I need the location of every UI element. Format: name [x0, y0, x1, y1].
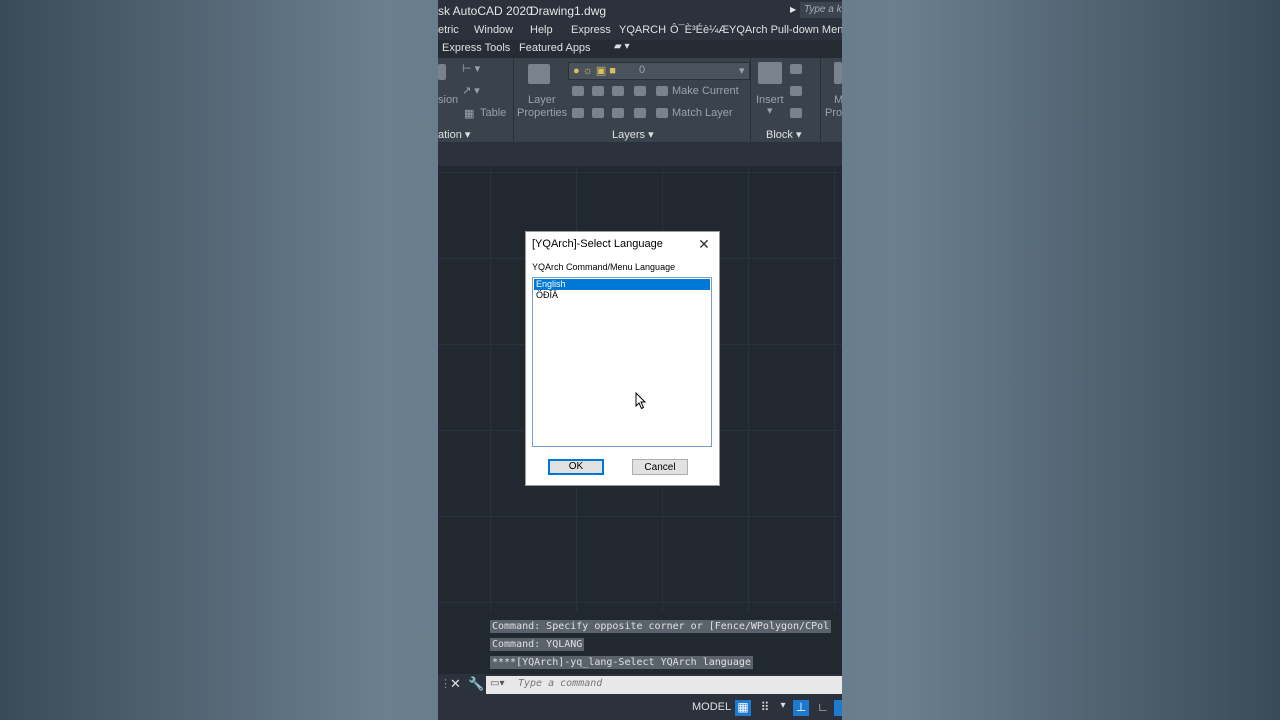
command-history-line: Command: YQLANG [490, 638, 585, 651]
layer-on-icon[interactable] [572, 108, 584, 118]
language-listbox[interactable]: English ÖÐÎÄ [532, 277, 712, 447]
panel-block-title[interactable]: Block ▾ [766, 128, 801, 141]
edit-attributes-icon[interactable] [790, 108, 802, 118]
mouse-cursor-icon [635, 392, 647, 410]
tab-express-tools[interactable]: Express Tools [442, 42, 510, 54]
command-input-placeholder: Type a command [518, 678, 603, 689]
menu-item-help[interactable]: Help [530, 24, 553, 36]
dialog-title: [YQArch]-Select Language [532, 238, 663, 250]
command-history-line: Command: Specify opposite corner or [Fen… [490, 620, 832, 633]
status-bar: MODEL ▦ ⠿ ▾ ⊥ ∟ [438, 696, 842, 720]
video-icon[interactable]: ▰ ▾ [614, 41, 630, 52]
match-properties-icon[interactable] [834, 62, 842, 84]
model-space-button[interactable]: MODEL [692, 701, 731, 713]
command-input[interactable]: ▭▾ Type a command [486, 676, 842, 694]
menu-bar: etric Window Help Express YQARCH Ô¯È³Éè¼… [438, 20, 842, 40]
dimension-label: sion [438, 94, 459, 106]
chevron-down-icon: ▾ [739, 65, 745, 77]
layer-lock-icon[interactable] [634, 86, 646, 96]
select-language-dialog: [YQArch]-Select Language ✕ YQArch Comman… [525, 231, 720, 486]
customize-wrench-icon[interactable]: 🔧 [468, 676, 484, 692]
play-icon[interactable]: ▶ [790, 5, 796, 14]
layer-isolate-icon[interactable] [592, 86, 604, 96]
file-name: Drawing1.dwg [530, 4, 607, 18]
make-current-label[interactable]: Make Current [672, 85, 739, 97]
ok-button[interactable]: OK [548, 459, 604, 475]
insert-chevron-icon[interactable]: ▾ [767, 104, 773, 117]
create-block-icon[interactable] [790, 64, 802, 74]
layer-thaw-icon[interactable] [612, 108, 624, 118]
cancel-button[interactable]: Cancel [632, 459, 688, 475]
grid-icon[interactable]: ▦ [735, 700, 751, 716]
app-title: sk AutoCAD 2020 [438, 4, 533, 18]
panel-layers-title[interactable]: Layers ▾ [612, 128, 654, 141]
match-properties-label-2[interactable]: Pro [825, 107, 842, 119]
title-bar: sk AutoCAD 2020 Drawing1.dwg ▶ Type a ke [438, 0, 842, 20]
insert-block-icon[interactable] [758, 62, 782, 84]
command-prompt-icon[interactable]: ▭▾ [490, 678, 504, 689]
make-current-icon[interactable] [656, 86, 668, 96]
file-tabs-bar [438, 142, 842, 168]
ribbon: ⊢ ▾ ↗ ▾ sion ▦ Table Layer Properties ● … [438, 58, 842, 142]
menu-item-chinese[interactable]: Ô¯È³Éè¼Æ [670, 24, 729, 36]
menu-item-yqarch[interactable]: YQARCH [619, 24, 666, 36]
list-item-english[interactable]: English [534, 279, 710, 290]
match-properties-label-1[interactable]: M [834, 94, 842, 106]
table-label[interactable]: Table [480, 107, 506, 119]
command-line: ⋮ ✕ 🔧 ▭▾ Type a command [438, 674, 842, 696]
layer-properties-label-1[interactable]: Layer [528, 94, 556, 106]
lightbulb-icon: ● ☼ ▣ ■ [573, 65, 616, 77]
layer-properties-label-2[interactable]: Properties [517, 107, 567, 119]
close-icon[interactable]: ✕ [694, 235, 714, 253]
menu-item-parametric[interactable]: etric [438, 24, 459, 36]
menu-item-window[interactable]: Window [474, 24, 513, 36]
panel-annotation-title[interactable]: ation ▾ [438, 128, 470, 141]
leader-icon[interactable]: ↗ ▾ [462, 84, 480, 97]
layer-off-icon[interactable] [572, 86, 584, 96]
layer-properties-icon[interactable] [528, 64, 550, 84]
layer-dropdown-value: 0 [639, 64, 646, 76]
menu-item-express[interactable]: Express [571, 24, 611, 36]
ribbon-tab-bar: Express Tools Featured Apps ▰ ▾ [438, 40, 842, 58]
command-history-line: ****[YQArch]-yq_lang-Select YQArch langu… [490, 656, 753, 669]
layer-dropdown[interactable]: ● ☼ ▣ ■ 0 ▾ [568, 62, 750, 80]
table-icon[interactable]: ▦ [464, 107, 474, 120]
ortho-icon[interactable]: ∟ [815, 700, 831, 716]
polar-icon[interactable] [834, 700, 842, 716]
layer-unlock-icon[interactable] [634, 108, 646, 118]
snap-icon[interactable]: ⠿ [757, 700, 773, 716]
layer-freeze-icon[interactable] [612, 86, 624, 96]
language-label: YQArch Command/Menu Language [532, 262, 676, 272]
edit-block-icon[interactable] [790, 86, 802, 96]
layer-unisolate-icon[interactable] [592, 108, 604, 118]
match-layer-icon[interactable] [656, 108, 668, 118]
dimension-icon[interactable] [438, 64, 446, 80]
tab-featured-apps[interactable]: Featured Apps [519, 42, 591, 54]
close-icon[interactable]: ✕ [450, 676, 461, 692]
search-input[interactable]: Type a ke [800, 2, 842, 18]
menu-item-yqarch-pulldown[interactable]: YQArch Pull-down Menu [729, 24, 842, 36]
match-layer-label[interactable]: Match Layer [672, 107, 733, 119]
linear-dim-icon[interactable]: ⊢ ▾ [462, 62, 480, 75]
snap-chevron-icon[interactable]: ▾ [775, 700, 791, 716]
list-item-chinese[interactable]: ÖÐÎÄ [534, 290, 710, 301]
infer-constraints-icon[interactable]: ⊥ [793, 700, 809, 716]
